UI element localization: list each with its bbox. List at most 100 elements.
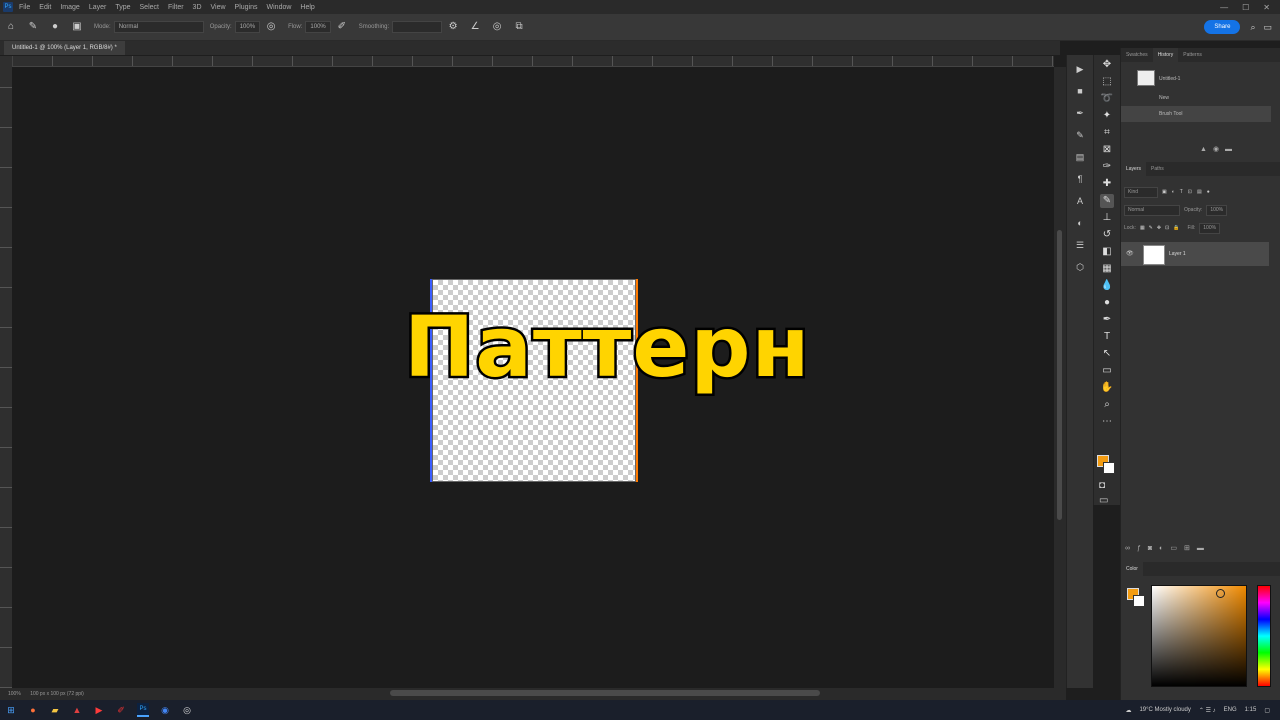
maximize-button[interactable]: ☐ — [1242, 3, 1249, 12]
tray-icons[interactable]: ⌃ ☰ ♪ — [1199, 707, 1216, 714]
camera-icon[interactable]: ◉ — [1213, 146, 1225, 153]
brush-preset-icon[interactable]: ● — [49, 21, 61, 33]
adjustment-icon[interactable]: ◐ — [1159, 545, 1170, 552]
app-icon[interactable]: ◎ — [181, 704, 193, 716]
share-button[interactable]: Share — [1204, 20, 1241, 34]
smoothing-field[interactable] — [392, 21, 443, 33]
layer-opacity-field[interactable]: 100% — [1206, 204, 1228, 216]
color-panel-background-swatch[interactable] — [1133, 595, 1145, 607]
vertical-scroll-thumb[interactable] — [1057, 230, 1062, 520]
frame-tool-icon[interactable]: ⊠ — [1100, 143, 1114, 157]
horizontal-scroll-thumb[interactable] — [390, 690, 820, 696]
menu-filter[interactable]: Filter — [168, 4, 184, 11]
visibility-eye-icon[interactable]: 👁 — [1126, 242, 1134, 266]
weather-icon[interactable]: ☁ — [1125, 707, 1131, 714]
airbrush-icon[interactable]: ✐ — [336, 21, 348, 33]
brush-tool-icon[interactable]: ✎ — [1100, 194, 1114, 208]
layer-filter-select[interactable]: Kind — [1124, 186, 1158, 198]
crop-tool-icon[interactable]: ⌗ — [1100, 126, 1114, 140]
hue-slider[interactable] — [1257, 585, 1271, 687]
document-tab[interactable]: Untitled-1 @ 100% (Layer 1, RGB/8#) * — [4, 41, 125, 55]
blend-mode-select[interactable]: Normal — [1124, 204, 1180, 216]
move-tool-icon[interactable]: ✥ — [1100, 58, 1114, 72]
smoothing-settings-icon[interactable]: ⚙ — [447, 21, 459, 33]
zoom-tool-icon[interactable]: ⌕ — [1100, 398, 1114, 412]
paragraph-icon[interactable]: ¶ — [1074, 173, 1086, 185]
fx-icon[interactable]: ƒ — [1137, 545, 1148, 552]
tab-patterns[interactable]: Patterns — [1178, 48, 1207, 62]
blur-tool-icon[interactable]: 💧 — [1100, 279, 1114, 293]
app-icon[interactable]: ✐ — [115, 704, 127, 716]
layer-name[interactable]: Layer 1 — [1169, 242, 1186, 266]
shape-tool-icon[interactable]: ▭ — [1100, 364, 1114, 378]
close-button[interactable]: ✕ — [1263, 3, 1270, 12]
angle-icon[interactable]: ∠ — [469, 21, 481, 33]
filter-icons[interactable]: ▣◐T⊡▤● — [1162, 189, 1215, 195]
workspace-icon[interactable]: ▭ — [1263, 22, 1272, 33]
tab-history[interactable]: History — [1152, 48, 1179, 62]
background-color-swatch[interactable] — [1103, 462, 1115, 474]
lasso-tool-icon[interactable]: ➰ — [1100, 92, 1114, 106]
notification-icon[interactable]: ▢ — [1264, 707, 1270, 714]
lock-icons[interactable]: ▦✎✥⊡🔒 — [1140, 225, 1184, 231]
quick-select-tool-icon[interactable]: ✦ — [1100, 109, 1114, 123]
brush-icon[interactable]: ✎ — [1074, 129, 1086, 141]
history-snapshot[interactable]: Untitled-1 — [1121, 68, 1271, 90]
hand-tool-icon[interactable]: ✋ — [1100, 381, 1114, 395]
app-icon[interactable]: ▶ — [93, 704, 105, 716]
symmetry-icon[interactable]: ⧉ — [513, 21, 525, 33]
properties-icon[interactable]: ☰ — [1074, 239, 1086, 251]
menu-view[interactable]: View — [211, 4, 226, 11]
layer-row[interactable]: 👁 Layer 1 — [1121, 242, 1269, 266]
healing-tool-icon[interactable]: ✚ — [1100, 177, 1114, 191]
clone-source-icon[interactable]: ▤ — [1074, 151, 1086, 163]
color-picker-field[interactable] — [1151, 585, 1247, 687]
pressure-size-icon[interactable]: ◎ — [491, 21, 503, 33]
menu-plugins[interactable]: Plugins — [235, 4, 258, 11]
mask-icon[interactable]: ◙ — [1148, 545, 1159, 552]
flow-field[interactable]: 100% — [305, 21, 331, 33]
menu-help[interactable]: Help — [300, 4, 314, 11]
search-icon[interactable]: ⌕ — [1250, 22, 1255, 33]
trash-icon[interactable]: ▬ — [1225, 146, 1238, 153]
new-document-from-state-icon[interactable]: ▲ — [1200, 146, 1213, 153]
eraser-tool-icon[interactable]: ◧ — [1100, 245, 1114, 259]
pen-icon[interactable]: ✒ — [1074, 107, 1086, 119]
quick-mask-icon[interactable]: ◘ — [1099, 480, 1105, 491]
character-icon[interactable]: A — [1074, 195, 1086, 207]
stop-icon[interactable]: ■ — [1074, 85, 1086, 97]
opacity-field[interactable]: 100% — [234, 21, 261, 33]
history-state[interactable]: New — [1121, 90, 1271, 106]
stamp-tool-icon[interactable]: ⊥ — [1100, 211, 1114, 225]
language-indicator[interactable]: ENG — [1224, 707, 1237, 713]
glyphs-icon[interactable]: ◐ — [1074, 217, 1086, 229]
menu-type[interactable]: Type — [115, 4, 130, 11]
eyedropper-tool-icon[interactable]: ✑ — [1100, 160, 1114, 174]
start-icon[interactable]: ⊞ — [5, 704, 17, 716]
dodge-tool-icon[interactable]: ● — [1100, 296, 1114, 310]
mode-select[interactable]: Normal — [113, 21, 204, 33]
libraries-icon[interactable]: ⬡ — [1074, 261, 1086, 273]
more-tools-icon[interactable]: ⋯ — [1100, 415, 1114, 429]
chrome-icon[interactable]: ◉ — [159, 704, 171, 716]
path-select-tool-icon[interactable]: ↖ — [1100, 347, 1114, 361]
app-icon[interactable]: ▲ — [71, 704, 83, 716]
trash-icon[interactable]: ▬ — [1197, 545, 1211, 552]
menu-file[interactable]: File — [19, 4, 30, 11]
type-tool-icon[interactable]: T — [1100, 330, 1114, 344]
marquee-tool-icon[interactable]: ⬚ — [1100, 75, 1114, 89]
menu-select[interactable]: Select — [140, 4, 159, 11]
menu-edit[interactable]: Edit — [39, 4, 51, 11]
menu-3d[interactable]: 3D — [193, 4, 202, 11]
gradient-tool-icon[interactable]: ▦ — [1100, 262, 1114, 276]
home-icon[interactable]: ⌂ — [5, 21, 17, 33]
play-icon[interactable]: ▶ — [1074, 63, 1086, 75]
weather-text[interactable]: 19°C Mostly cloudy — [1139, 707, 1190, 713]
link-icon[interactable]: ∞ — [1125, 545, 1137, 552]
brush-settings-icon[interactable]: ▣ — [71, 21, 83, 33]
minimize-button[interactable]: — — [1220, 3, 1228, 12]
tab-paths[interactable]: Paths — [1146, 162, 1169, 176]
menu-window[interactable]: Window — [267, 4, 292, 11]
photoshop-taskbar-icon[interactable]: Ps — [137, 703, 149, 717]
clock[interactable]: 1:15 — [1245, 707, 1257, 713]
